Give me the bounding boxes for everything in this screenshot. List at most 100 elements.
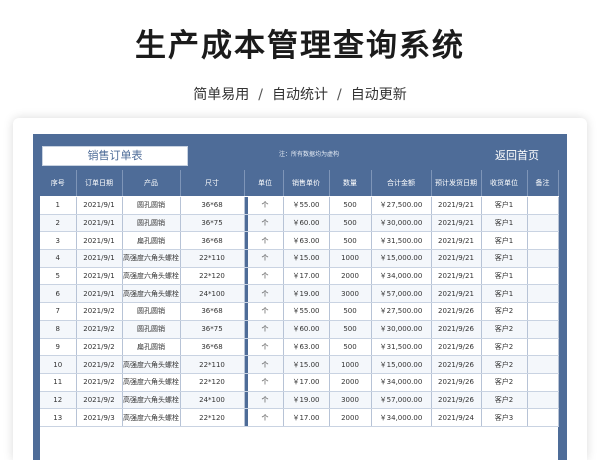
cell-total[interactable]: ￥57,000.00: [371, 284, 432, 304]
cell-order-date[interactable]: 2021/9/1: [76, 231, 123, 251]
cell-receiver[interactable]: 客户1: [481, 231, 528, 251]
cell-index[interactable]: 1: [40, 196, 77, 215]
cell-quantity[interactable]: 500: [329, 338, 372, 357]
cell-ship-date[interactable]: 2021/9/26: [431, 302, 482, 321]
cell-size[interactable]: 36*68: [180, 338, 245, 357]
cell-index[interactable]: 13: [40, 408, 77, 427]
cell-unit[interactable]: 个: [247, 391, 284, 410]
cell-total[interactable]: ￥34,000.00: [371, 373, 432, 392]
cell-remark[interactable]: [527, 320, 559, 339]
cell-ship-date[interactable]: 2021/9/26: [431, 338, 482, 357]
cell-unit-price[interactable]: ￥19.00: [283, 284, 330, 304]
cell-unit-price[interactable]: ￥63.00: [283, 338, 330, 357]
cell-unit[interactable]: 个: [247, 214, 284, 233]
cell-unit-price[interactable]: ￥55.00: [283, 302, 330, 321]
cell-product[interactable]: 扁孔圆销: [122, 338, 181, 357]
cell-total[interactable]: ￥27,500.00: [371, 196, 432, 215]
cell-unit[interactable]: 个: [247, 249, 284, 268]
cell-size[interactable]: 36*68: [180, 302, 245, 321]
cell-receiver[interactable]: 客户2: [481, 320, 528, 339]
cell-total[interactable]: ￥34,000.00: [371, 267, 432, 286]
cell-order-date[interactable]: 2021/9/3: [76, 408, 123, 427]
cell-receiver[interactable]: 客户1: [481, 196, 528, 215]
cell-ship-date[interactable]: 2021/9/21: [431, 249, 482, 268]
cell-index[interactable]: 12: [40, 391, 77, 410]
cell-quantity[interactable]: 2000: [329, 267, 372, 286]
cell-remark[interactable]: [527, 355, 559, 374]
cell-product[interactable]: 圆孔圆销: [122, 320, 181, 339]
cell-remark[interactable]: [527, 267, 559, 286]
cell-size[interactable]: 22*120: [180, 267, 245, 286]
cell-quantity[interactable]: 500: [329, 320, 372, 339]
cell-receiver[interactable]: 客户1: [481, 267, 528, 286]
cell-unit[interactable]: 个: [247, 302, 284, 321]
column-header-remark[interactable]: 备注: [527, 170, 559, 197]
cell-ship-date[interactable]: 2021/9/24: [431, 408, 482, 427]
cell-receiver[interactable]: 客户2: [481, 302, 528, 321]
cell-product[interactable]: 高强度六角头螺栓: [122, 408, 181, 427]
column-header-receiver[interactable]: 收货单位: [481, 170, 528, 197]
cell-unit[interactable]: 个: [247, 284, 284, 304]
cell-index[interactable]: 6: [40, 284, 77, 304]
cell-total[interactable]: ￥15,000.00: [371, 249, 432, 268]
column-header-unit[interactable]: 单位: [247, 170, 284, 197]
cell-ship-date[interactable]: 2021/9/26: [431, 355, 482, 374]
cell-unit[interactable]: 个: [247, 373, 284, 392]
cell-size[interactable]: 24*100: [180, 284, 245, 304]
cell-ship-date[interactable]: 2021/9/21: [431, 284, 482, 304]
cell-receiver[interactable]: 客户1: [481, 214, 528, 233]
cell-ship-date[interactable]: 2021/9/26: [431, 373, 482, 392]
cell-index[interactable]: 9: [40, 338, 77, 357]
cell-unit-price[interactable]: ￥15.00: [283, 355, 330, 374]
cell-order-date[interactable]: 2021/9/1: [76, 284, 123, 304]
cell-receiver[interactable]: 客户2: [481, 338, 528, 357]
back-home-button[interactable]: 返回首页: [495, 147, 539, 163]
cell-unit[interactable]: 个: [247, 355, 284, 374]
cell-index[interactable]: 10: [40, 355, 77, 374]
cell-order-date[interactable]: 2021/9/2: [76, 355, 123, 374]
cell-unit-price[interactable]: ￥17.00: [283, 373, 330, 392]
cell-receiver[interactable]: 客户2: [481, 391, 528, 410]
cell-order-date[interactable]: 2021/9/1: [76, 249, 123, 268]
cell-size[interactable]: 22*120: [180, 373, 245, 392]
cell-quantity[interactable]: 2000: [329, 408, 372, 427]
cell-unit-price[interactable]: ￥17.00: [283, 267, 330, 286]
cell-unit[interactable]: 个: [247, 408, 284, 427]
cell-receiver[interactable]: 客户2: [481, 373, 528, 392]
cell-receiver[interactable]: 客户2: [481, 355, 528, 374]
column-header-index[interactable]: 序号: [40, 170, 77, 197]
cell-quantity[interactable]: 500: [329, 214, 372, 233]
cell-product[interactable]: 高强度六角头螺栓: [122, 249, 181, 268]
cell-size[interactable]: 22*110: [180, 355, 245, 374]
cell-total[interactable]: ￥30,000.00: [371, 320, 432, 339]
cell-order-date[interactable]: 2021/9/1: [76, 267, 123, 286]
cell-remark[interactable]: [527, 249, 559, 268]
cell-index[interactable]: 3: [40, 231, 77, 251]
cell-product[interactable]: 扁孔圆销: [122, 231, 181, 251]
cell-unit-price[interactable]: ￥17.00: [283, 408, 330, 427]
cell-unit[interactable]: 个: [247, 231, 284, 251]
cell-remark[interactable]: [527, 408, 559, 427]
cell-unit[interactable]: 个: [247, 338, 284, 357]
cell-total[interactable]: ￥30,000.00: [371, 214, 432, 233]
cell-ship-date[interactable]: 2021/9/21: [431, 267, 482, 286]
cell-ship-date[interactable]: 2021/9/21: [431, 214, 482, 233]
cell-order-date[interactable]: 2021/9/2: [76, 373, 123, 392]
cell-ship-date[interactable]: 2021/9/21: [431, 231, 482, 251]
column-header-order-date[interactable]: 订单日期: [76, 170, 123, 197]
cell-ship-date[interactable]: 2021/9/26: [431, 320, 482, 339]
cell-remark[interactable]: [527, 231, 559, 251]
cell-remark[interactable]: [527, 196, 559, 215]
column-header-total[interactable]: 合计金额: [371, 170, 432, 197]
cell-total[interactable]: ￥34,000.00: [371, 408, 432, 427]
cell-order-date[interactable]: 2021/9/1: [76, 196, 123, 215]
cell-size[interactable]: 36*68: [180, 196, 245, 215]
cell-product[interactable]: 高强度六角头螺栓: [122, 355, 181, 374]
cell-remark[interactable]: [527, 338, 559, 357]
cell-quantity[interactable]: 500: [329, 302, 372, 321]
cell-index[interactable]: 11: [40, 373, 77, 392]
cell-product[interactable]: 高强度六角头螺栓: [122, 267, 181, 286]
cell-product[interactable]: 高强度六角头螺栓: [122, 284, 181, 304]
cell-unit-price[interactable]: ￥15.00: [283, 249, 330, 268]
cell-index[interactable]: 7: [40, 302, 77, 321]
